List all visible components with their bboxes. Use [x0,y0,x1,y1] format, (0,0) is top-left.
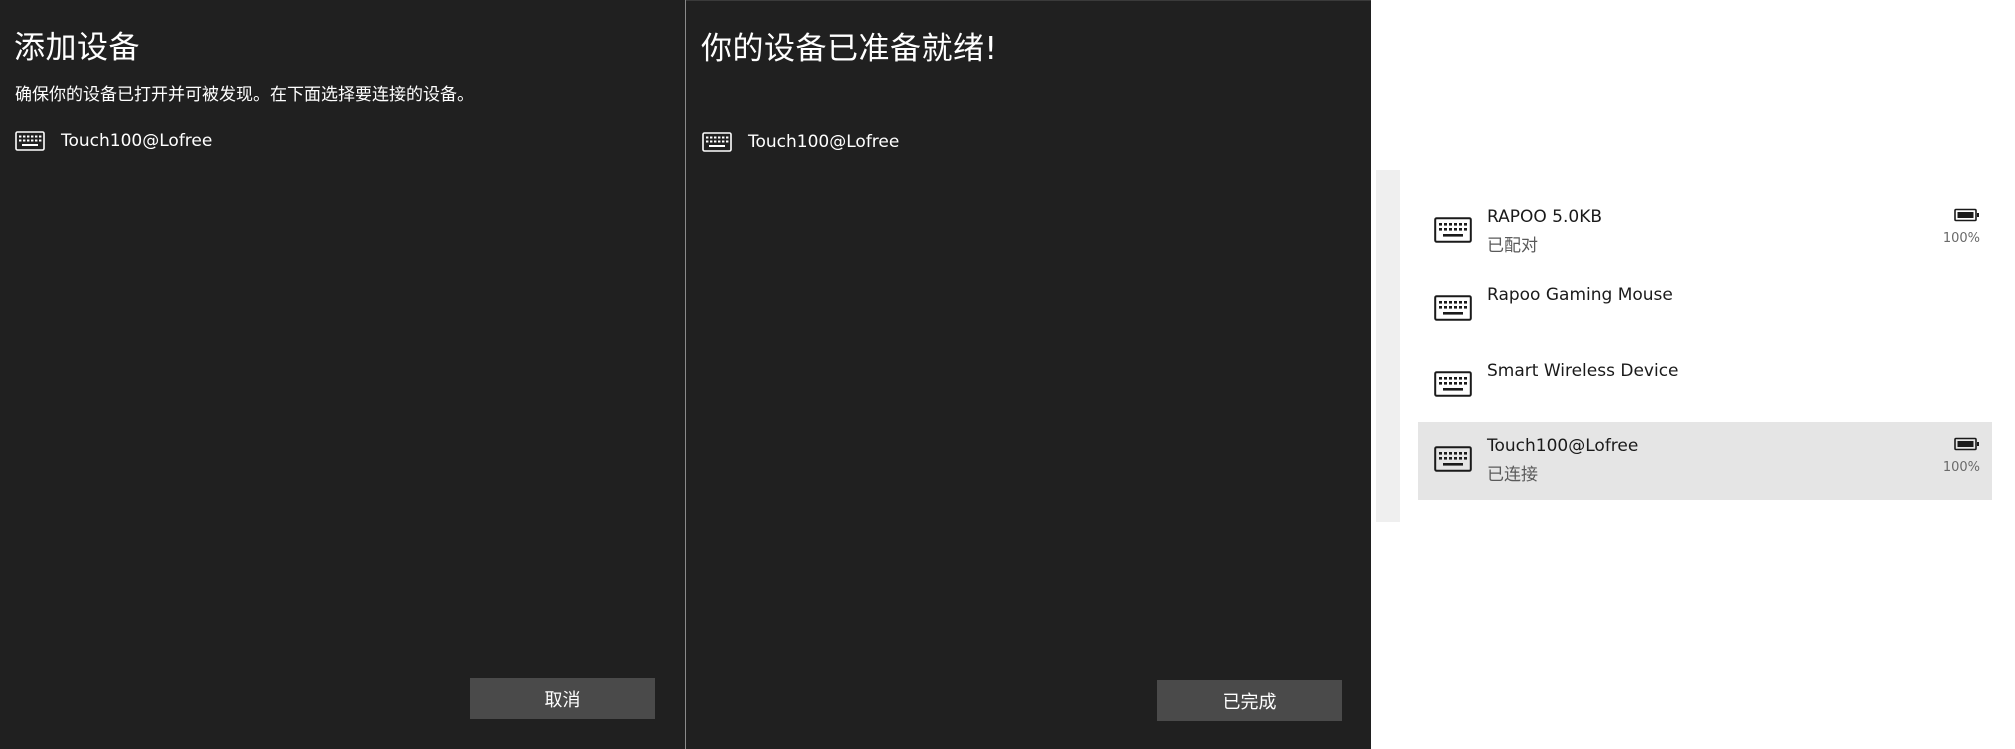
connected-device-item: Touch100@Lofree [702,132,899,152]
keyboard-icon [1434,371,1472,401]
device-status: 已配对 [1487,236,1538,256]
add-device-dialog: 添加设备 确保你的设备已打开并可被发现。在下面选择要连接的设备。 Touch10… [0,0,685,749]
done-button[interactable]: 已完成 [1157,680,1342,721]
keyboard-icon [15,131,45,151]
keyboard-icon [1434,446,1472,476]
device-name: Rapoo Gaming Mouse [1487,285,1673,305]
device-list-item-rapoo-mouse[interactable]: Rapoo Gaming Mouse [1418,271,1992,349]
keyboard-icon [1434,217,1472,247]
discovered-device-name: Touch100@Lofree [61,131,213,151]
device-list-item-rapoo-kb[interactable]: RAPOO 5.0KB 已配对 100% [1418,193,1992,271]
keyboard-icon [1434,295,1472,325]
device-status: 已连接 [1487,465,1538,485]
device-list-item-smart-wireless[interactable]: Smart Wireless Device [1418,347,1992,425]
connected-device-name: Touch100@Lofree [748,132,900,152]
device-ready-dialog: 你的设备已准备就绪! Touch100@Lofree 已完成 [686,0,1371,749]
battery-percent: 100% [1942,460,1980,475]
battery-percent: 100% [1942,231,1980,246]
cancel-button[interactable]: 取消 [470,678,655,719]
panel-scroll-strip [1376,170,1400,522]
add-device-title: 添加设备 [14,30,140,66]
device-name: Smart Wireless Device [1487,361,1679,381]
battery-icon [1940,437,1980,451]
add-device-instructions: 确保你的设备已打开并可被发现。在下面选择要连接的设备。 [15,85,474,105]
device-name: RAPOO 5.0KB [1487,207,1603,227]
keyboard-icon [702,132,732,152]
discovered-device-item[interactable]: Touch100@Lofree [15,131,212,151]
battery-icon [1940,208,1980,222]
device-ready-title: 你的设备已准备就绪! [701,31,998,67]
device-name: Touch100@Lofree [1487,436,1639,456]
device-list-item-touch100[interactable]: Touch100@Lofree 已连接 100% [1418,422,1992,500]
